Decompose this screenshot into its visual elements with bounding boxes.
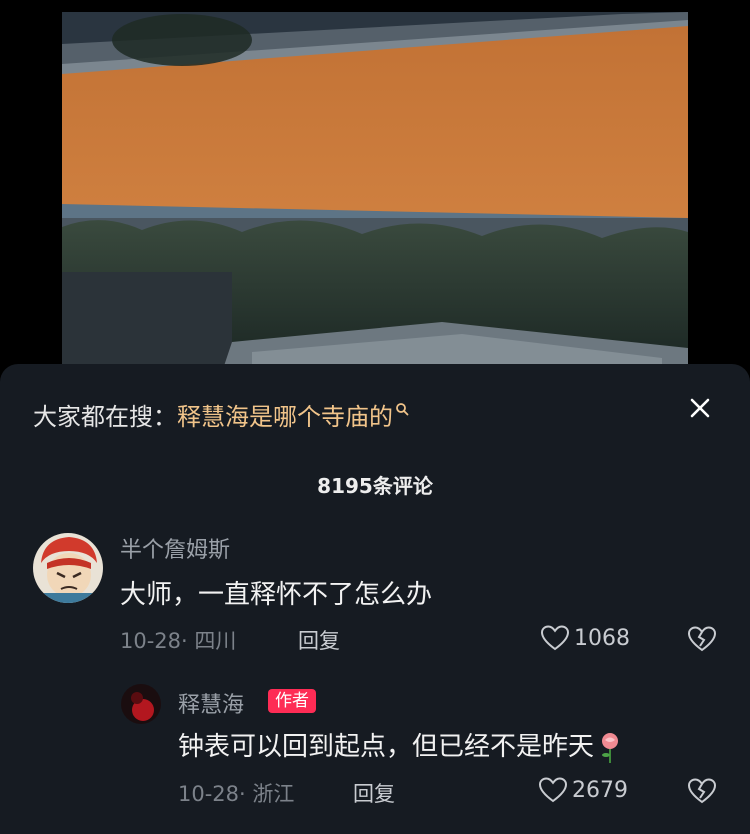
- dislike-button[interactable]: [687, 625, 717, 655]
- like-count: 1068: [574, 625, 630, 651]
- like-count: 2679: [572, 777, 628, 803]
- app-screen: 大家都在搜： 释慧海是哪个寺庙的 8195条评论 半个詹姆斯 大师，一直释怀不了…: [0, 0, 750, 834]
- rose-icon: [598, 731, 622, 765]
- dislike-button[interactable]: [687, 777, 717, 807]
- reply-text-content: 钟表可以回到起点，但已经不是昨天: [178, 732, 595, 762]
- video-player[interactable]: [62, 12, 688, 372]
- author-badge: 作者: [268, 689, 316, 713]
- avatar[interactable]: [33, 533, 103, 603]
- reply-button[interactable]: 回复: [353, 778, 395, 808]
- search-icon[interactable]: [395, 396, 409, 418]
- comment-meta: 10-28· 四川: [120, 629, 237, 653]
- heart-icon: [540, 625, 570, 651]
- broken-heart-icon: [687, 626, 717, 652]
- reply-meta: 10-28· 浙江: [178, 782, 295, 806]
- search-suggestion-query[interactable]: 释慧海是哪个寺庙的: [177, 397, 393, 432]
- comment-text: 大师，一直释怀不了怎么办: [120, 580, 433, 610]
- comment-username[interactable]: 半个詹姆斯: [120, 532, 230, 564]
- reply-text: 钟表可以回到起点，但已经不是昨天: [178, 726, 622, 765]
- reply-button[interactable]: 回复: [298, 625, 340, 655]
- search-suggestion[interactable]: 大家都在搜： 释慧海是哪个寺庙的: [33, 394, 409, 434]
- comments-count: 8195条评论: [317, 474, 433, 498]
- reply-username[interactable]: 释慧海: [178, 687, 244, 719]
- heart-icon: [538, 777, 568, 803]
- comment-item: 半个詹姆斯 大师，一直释怀不了怎么办 10-28· 四川 回复 1068: [0, 530, 750, 660]
- temple-wall-photo: [62, 12, 688, 372]
- like-button[interactable]: 1068: [540, 624, 630, 652]
- avatar[interactable]: [121, 684, 161, 724]
- close-button[interactable]: [680, 388, 720, 428]
- comment-sheet: 大家都在搜： 释慧海是哪个寺庙的 8195条评论 半个詹姆斯 大师，一直释怀不了…: [0, 364, 750, 834]
- reply-item: 释慧海 作者 钟表可以回到起点，但已经不是昨天 10-28· 浙江 回复 267…: [0, 682, 750, 822]
- close-icon: [690, 398, 710, 418]
- search-suggestion-prefix: 大家都在搜：: [33, 402, 177, 431]
- broken-heart-icon: [687, 778, 717, 804]
- like-button[interactable]: 2679: [538, 776, 628, 804]
